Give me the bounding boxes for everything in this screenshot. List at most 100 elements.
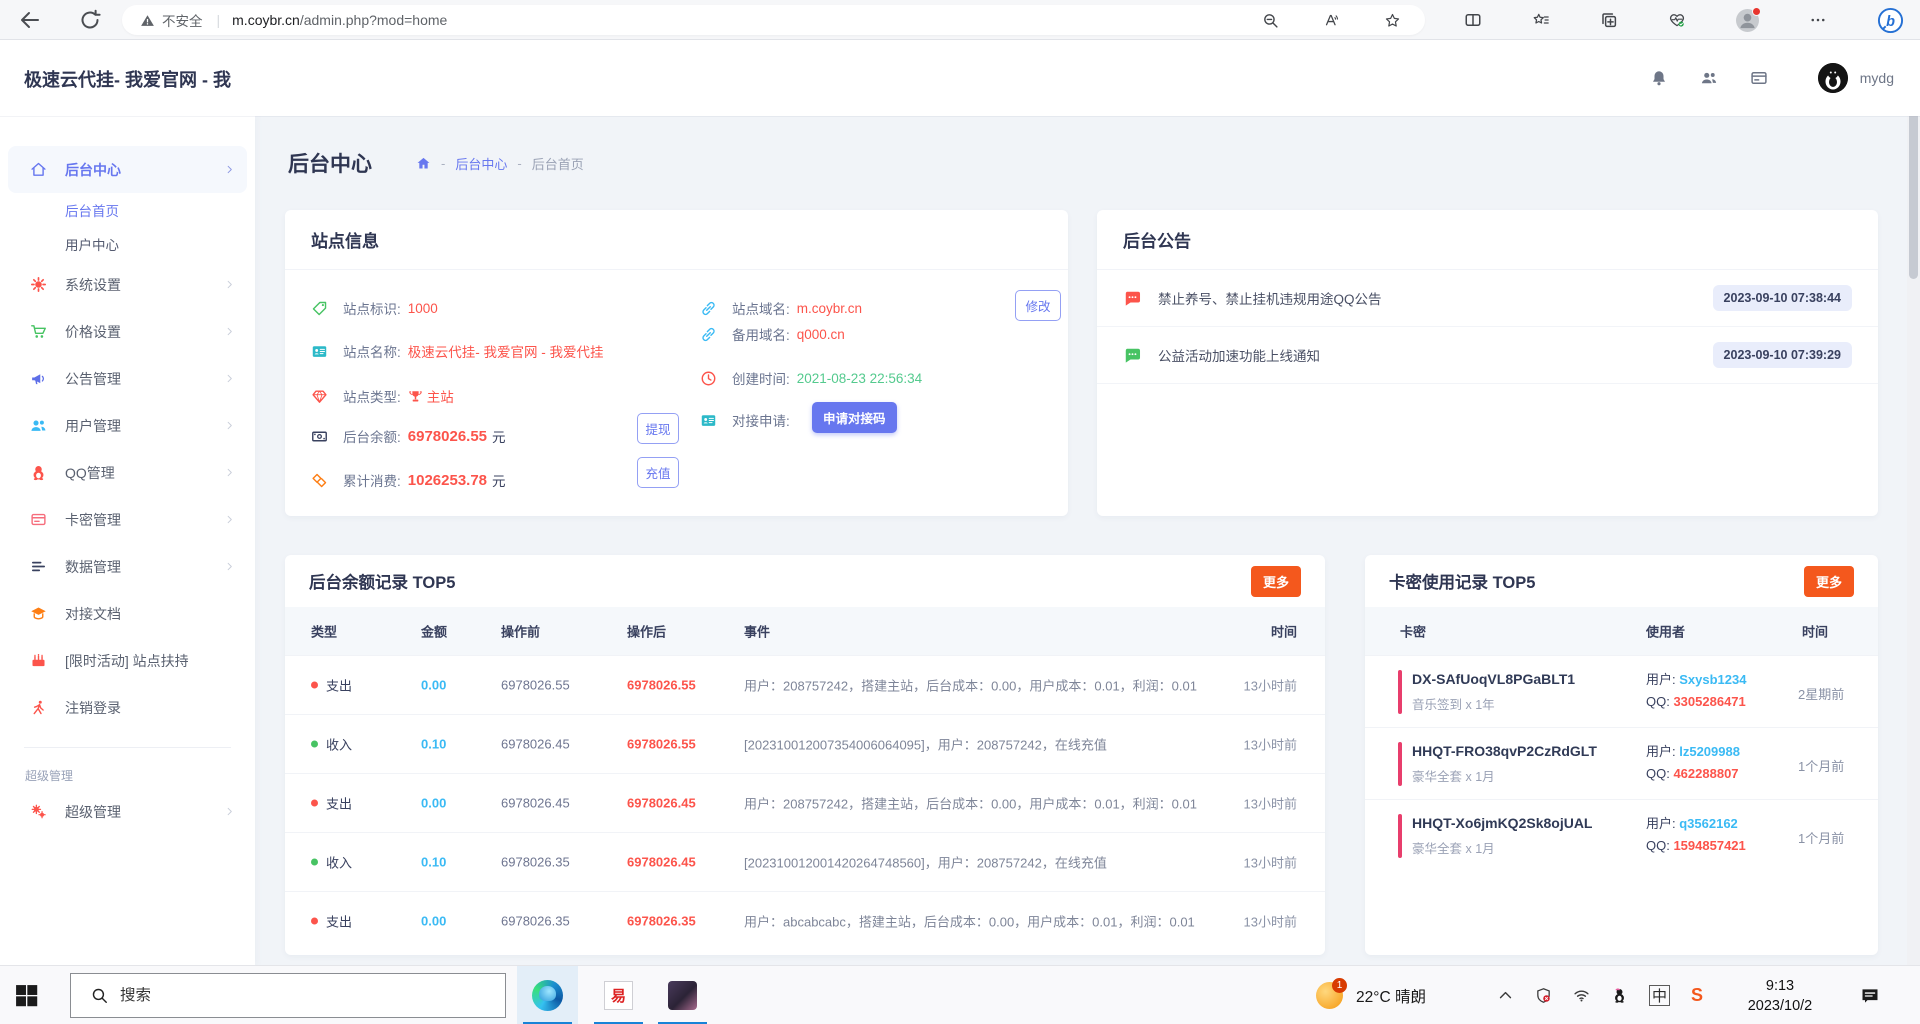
table-row: 支出 0.00 6978026.35 6978026.35 用户：abcabca… bbox=[285, 891, 1325, 950]
cell-type: 支出 bbox=[326, 794, 352, 813]
cell-after: 6978026.55 bbox=[627, 737, 696, 752]
page-scrollbar[interactable] bbox=[1907, 40, 1920, 965]
sidebar-item-super-admin[interactable]: 超级管理 bbox=[0, 788, 255, 835]
taskbar-app-anime[interactable] bbox=[652, 966, 713, 1024]
profile-alert-dot bbox=[1752, 7, 1761, 16]
ime-indicator[interactable]: 中 bbox=[1649, 985, 1670, 1006]
apply-code-button[interactable]: 申请对接码 bbox=[812, 402, 897, 433]
refresh-icon[interactable] bbox=[78, 8, 102, 32]
breadcrumb-current: 后台首页 bbox=[532, 154, 584, 173]
type-dot bbox=[311, 682, 318, 689]
cell-event: 用户：208757242，搭建主站，后台成本：0.00，用户成本：0.01，利润… bbox=[744, 676, 1197, 695]
balance-row: 后台余额:6978026.55元 bbox=[311, 426, 506, 446]
action-center-icon[interactable] bbox=[1860, 986, 1880, 1006]
breadcrumb: 后台中心 - 后台中心 - 后台首页 bbox=[288, 148, 584, 178]
sogou-input-icon[interactable]: S bbox=[1691, 985, 1703, 1006]
card-code: DX-SAfUoqVL8PGaBLT1 bbox=[1412, 671, 1575, 687]
wifi-icon[interactable] bbox=[1573, 987, 1590, 1004]
start-button-icon[interactable] bbox=[14, 983, 39, 1008]
sidebar-item-card-mgmt[interactable]: 卡密管理 bbox=[0, 496, 255, 543]
card-title: 站点信息 bbox=[311, 227, 379, 252]
user-avatar[interactable] bbox=[1818, 63, 1848, 93]
taskbar-search-input[interactable] bbox=[120, 987, 450, 1005]
recharge-button[interactable]: 充值 bbox=[637, 457, 679, 488]
split-screen-icon[interactable] bbox=[1464, 11, 1482, 29]
sidebar-item-admin-home[interactable]: 后台首页 bbox=[0, 193, 255, 227]
cell-amount: 0.10 bbox=[421, 737, 446, 752]
withdraw-button[interactable]: 提现 bbox=[637, 413, 679, 444]
announcement-row[interactable]: 公益活动加速功能上线通知 2023-09-10 07:39:29 bbox=[1097, 327, 1878, 384]
col-header-after: 操作后 bbox=[627, 622, 666, 641]
security-status[interactable]: 不安全 bbox=[140, 10, 203, 30]
cell-type: 收入 bbox=[326, 735, 352, 754]
url-text[interactable]: m.coybr.cn/admin.php?mod=home bbox=[232, 12, 447, 28]
sidebar-item-system-settings[interactable]: 系统设置 bbox=[0, 261, 255, 308]
taskbar-clock[interactable]: 9:13 2023/10/2 bbox=[1732, 976, 1828, 1016]
address-bar[interactable]: 不安全 | m.coybr.cn/admin.php?mod=home bbox=[122, 5, 1425, 35]
more-button[interactable]: 更多 bbox=[1251, 566, 1301, 597]
modify-button[interactable]: 修改 bbox=[1015, 290, 1061, 321]
user-value: lz5209988 bbox=[1679, 744, 1740, 759]
taskbar-app-edge[interactable] bbox=[517, 966, 578, 1024]
taskbar-app-easy[interactable]: 易 bbox=[588, 966, 649, 1024]
read-aloud-icon[interactable] bbox=[1323, 12, 1340, 29]
graduation-cap-icon bbox=[30, 605, 47, 622]
billing-card-icon[interactable] bbox=[1750, 69, 1768, 87]
sidebar-item-price-settings[interactable]: 价格设置 bbox=[0, 308, 255, 355]
browser-essentials-icon[interactable] bbox=[1668, 11, 1686, 29]
sidebar-item-user-center[interactable]: 用户中心 bbox=[0, 227, 255, 261]
back-icon[interactable] bbox=[18, 8, 42, 32]
favorites-bar-icon[interactable] bbox=[1532, 11, 1550, 29]
sidebar-item-announcement-mgmt[interactable]: 公告管理 bbox=[0, 355, 255, 402]
qq-tray-icon[interactable] bbox=[1611, 987, 1628, 1004]
type-dot bbox=[311, 741, 318, 748]
taskbar-weather[interactable]: 1 22°C 晴朗 bbox=[1316, 966, 1426, 1024]
sidebar-item-logout[interactable]: 注销登录 bbox=[0, 684, 255, 731]
created-row: 创建时间:2021-08-23 22:56:34 bbox=[700, 368, 922, 388]
bell-icon[interactable] bbox=[1650, 69, 1668, 87]
announcement-row[interactable]: 禁止养号、禁止挂机违规用途QQ公告 2023-09-10 07:38:44 bbox=[1097, 270, 1878, 327]
sidebar-item-user-mgmt[interactable]: 用户管理 bbox=[0, 402, 255, 449]
chevron-right-icon bbox=[224, 514, 235, 525]
bing-chat-icon[interactable]: b bbox=[1877, 7, 1904, 34]
cell-after: 6978026.55 bbox=[627, 678, 696, 693]
collections-icon[interactable] bbox=[1600, 11, 1618, 29]
record-time: 2星期前 bbox=[1798, 684, 1844, 703]
username[interactable]: mydg bbox=[1860, 70, 1894, 86]
field-label: 后台余额: bbox=[343, 426, 401, 446]
site-logo[interactable]: 极速云代挂- 我爱官网 - 我 bbox=[24, 66, 242, 92]
sidebar-item-site-support[interactable]: [限时活动] 站点扶持 bbox=[0, 637, 255, 684]
browser-profile-avatar[interactable] bbox=[1736, 9, 1759, 32]
chevron-right-icon bbox=[224, 164, 235, 175]
balance-records-card: 后台余额记录 TOP5 更多 类型 金额 操作前 操作后 事件 时间 支出 0.… bbox=[285, 555, 1325, 955]
card-desc: 豪华全套 x 1月 bbox=[1412, 838, 1495, 857]
group-icon[interactable] bbox=[1700, 69, 1718, 87]
announcement-time-badge: 2023-09-10 07:39:29 bbox=[1713, 342, 1852, 368]
clock-icon bbox=[700, 370, 717, 387]
sidebar-item-api-docs[interactable]: 对接文档 bbox=[0, 590, 255, 637]
more-menu-icon[interactable] bbox=[1809, 11, 1827, 29]
browser-toolbar: 不安全 | m.coybr.cn/admin.php?mod=home bbox=[0, 0, 1920, 40]
gear-icon bbox=[30, 276, 47, 293]
sidebar-item-data-mgmt[interactable]: 数据管理 bbox=[0, 543, 255, 590]
sidebar-item-admin-center[interactable]: 后台中心 bbox=[8, 146, 247, 193]
favorite-star-icon[interactable] bbox=[1384, 12, 1401, 29]
breadcrumb-link[interactable]: 后台中心 bbox=[455, 154, 507, 173]
taskbar-search[interactable] bbox=[70, 973, 506, 1018]
announcement-text: 公益活动加速功能上线通知 bbox=[1158, 345, 1320, 365]
site-type-value: 主站 bbox=[427, 386, 454, 406]
sidebar-item-label: QQ管理 bbox=[65, 463, 115, 483]
cell-after: 6978026.45 bbox=[627, 855, 696, 870]
consume-value: 1026253.78 bbox=[408, 472, 487, 489]
tray-chevron-up-icon[interactable] bbox=[1497, 987, 1514, 1004]
breadcrumb-home-icon[interactable] bbox=[416, 156, 431, 171]
sidebar-section-label: 超级管理 bbox=[0, 762, 255, 788]
easy-language-icon: 易 bbox=[604, 981, 633, 1010]
weather-badge: 1 bbox=[1332, 978, 1347, 993]
sidebar-item-qq-mgmt[interactable]: QQ管理 bbox=[0, 449, 255, 496]
record-time: 1个月前 bbox=[1798, 828, 1844, 847]
zoom-out-icon[interactable] bbox=[1262, 12, 1279, 29]
more-button[interactable]: 更多 bbox=[1804, 566, 1854, 597]
col-header-amount: 金额 bbox=[421, 622, 447, 641]
defender-shield-icon[interactable] bbox=[1535, 987, 1552, 1004]
